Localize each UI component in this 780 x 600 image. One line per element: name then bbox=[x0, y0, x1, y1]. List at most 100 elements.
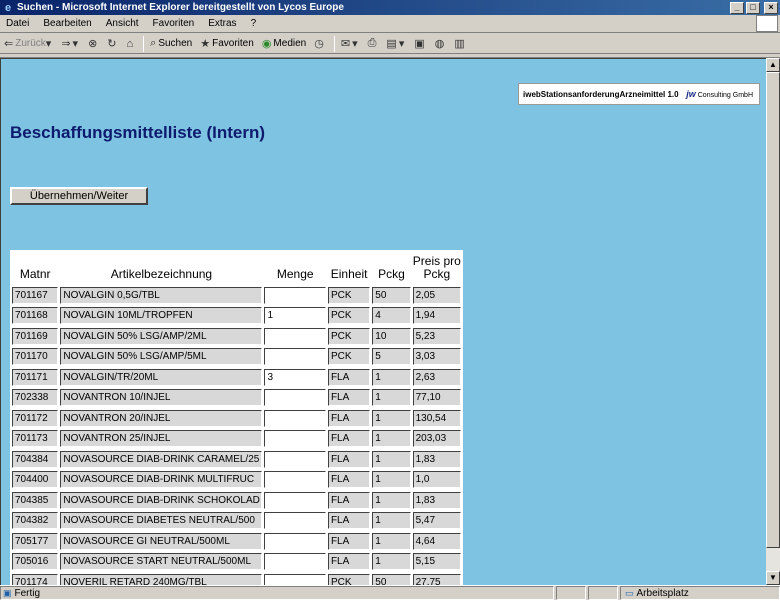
cell-pckg: 50 bbox=[372, 573, 411, 585]
cell-preis: 203,03 bbox=[412, 430, 461, 449]
table-row: 701172 NOVANTRON 20/INJEL FLA 1 130,54 bbox=[12, 409, 461, 428]
close-button[interactable]: × bbox=[764, 1, 778, 14]
cell-menge bbox=[264, 450, 326, 469]
menge-input[interactable]: 3 bbox=[264, 368, 326, 386]
messenger-button[interactable]: ◍ bbox=[435, 37, 447, 50]
forward-button[interactable]: ⇒ ▾ bbox=[61, 37, 80, 50]
maximize-button[interactable]: □ bbox=[746, 1, 760, 14]
menu-datei[interactable]: Datei bbox=[6, 18, 29, 29]
back-arrow-icon: ⇐ bbox=[4, 38, 14, 50]
scroll-up-icon[interactable]: ▲ bbox=[766, 58, 780, 72]
back-button[interactable]: ⇐ Zurück ▾ bbox=[4, 37, 53, 50]
cell-artikel-value: NOVASOURCE START NEUTRAL/500ML bbox=[60, 553, 263, 571]
table-row: 701174 NOVERIL RETARD 240MG/TBL PCK 50 27,75 bbox=[12, 573, 461, 585]
menu-ansicht[interactable]: Ansicht bbox=[106, 18, 139, 29]
cell-einheit-value: PCK bbox=[327, 286, 371, 304]
cell-einheit-value: FLA bbox=[327, 430, 371, 448]
cell-artikel: NOVASOURCE DIAB-DRINK SCHOKOLAD bbox=[60, 491, 263, 510]
stop-button[interactable]: ⊗ bbox=[88, 37, 99, 50]
discuss-icon: ▣ bbox=[414, 38, 425, 50]
cell-artikel-value: NOVALGIN 10ML/TROPFEN bbox=[60, 307, 263, 325]
cell-matnr-value: 705177 bbox=[12, 532, 59, 550]
edit-button[interactable]: ▤ ▾ bbox=[386, 37, 406, 50]
menge-input[interactable] bbox=[264, 348, 326, 366]
cell-artikel-value: NOVERIL RETARD 240MG/TBL bbox=[60, 573, 263, 585]
discuss-button[interactable]: ▣ bbox=[414, 37, 426, 50]
cell-pckg: 1 bbox=[372, 409, 411, 428]
menu-bearbeiten[interactable]: Bearbeiten bbox=[43, 18, 91, 29]
cell-einheit: FLA bbox=[327, 491, 371, 510]
cell-pckg-value: 1 bbox=[372, 471, 411, 489]
menge-input[interactable] bbox=[264, 409, 326, 427]
menge-input[interactable] bbox=[264, 573, 326, 585]
menge-input[interactable] bbox=[264, 491, 326, 509]
ie-throbber-icon bbox=[756, 15, 778, 32]
cell-preis-value: 1,94 bbox=[412, 307, 461, 325]
menge-input[interactable] bbox=[264, 532, 326, 550]
cell-menge bbox=[264, 409, 326, 428]
status-cell bbox=[556, 586, 586, 600]
cell-pckg-value: 4 bbox=[372, 307, 411, 325]
favorites-button[interactable]: ★ Favoriten bbox=[200, 37, 254, 50]
menge-input[interactable] bbox=[264, 450, 326, 468]
menge-input[interactable] bbox=[264, 553, 326, 571]
menu-favoriten[interactable]: Favoriten bbox=[153, 18, 195, 29]
search-button[interactable]: ⌕ Suchen bbox=[150, 37, 192, 50]
history-icon: ◷ bbox=[314, 38, 324, 50]
submit-button[interactable]: Übernehmen/Weiter bbox=[10, 187, 148, 205]
refresh-button[interactable]: ↻ bbox=[107, 37, 118, 50]
cell-einheit: FLA bbox=[327, 532, 371, 551]
cell-menge bbox=[264, 491, 326, 510]
cell-pckg-value: 1 bbox=[372, 450, 411, 468]
status-cell bbox=[588, 586, 618, 600]
table-row: 701169 NOVALGIN 50% LSG/AMP/2ML PCK 10 5,23 bbox=[12, 327, 461, 346]
menu-help[interactable]: ? bbox=[251, 18, 257, 29]
minimize-button[interactable]: _ bbox=[730, 1, 744, 14]
window-title: Suchen - Microsoft Internet Explorer ber… bbox=[17, 2, 344, 13]
history-button[interactable]: ◷ bbox=[314, 37, 326, 50]
scroll-thumb[interactable] bbox=[766, 72, 780, 548]
cell-pckg-value: 10 bbox=[372, 327, 411, 345]
cell-pckg: 1 bbox=[372, 430, 411, 449]
cell-artikel: NOVALGIN/TR/20ML bbox=[60, 368, 263, 387]
mail-button[interactable]: ✉ ▾ bbox=[341, 37, 360, 50]
table-row: 705016 NOVASOURCE START NEUTRAL/500ML FLA 1… bbox=[12, 553, 461, 572]
cell-preis-value: 27,75 bbox=[412, 573, 461, 585]
cell-pckg: 1 bbox=[372, 491, 411, 510]
menge-input[interactable] bbox=[264, 327, 326, 345]
chevron-down-icon: ▾ bbox=[72, 38, 79, 50]
menu-extras[interactable]: Extras bbox=[208, 18, 236, 29]
menge-input[interactable] bbox=[264, 430, 326, 448]
cell-preis: 5,47 bbox=[412, 512, 461, 531]
cell-matnr-value: 704384 bbox=[12, 450, 59, 468]
cell-einheit: FLA bbox=[327, 409, 371, 428]
cell-matnr-value: 704382 bbox=[12, 512, 59, 530]
print-button[interactable]: ⎙ bbox=[368, 37, 379, 50]
favorites-icon: ★ bbox=[200, 38, 211, 50]
cell-preis: 1,83 bbox=[412, 450, 461, 469]
home-button[interactable]: ⌂ bbox=[127, 38, 136, 50]
menge-input[interactable] bbox=[264, 286, 326, 304]
cell-menge bbox=[264, 573, 326, 585]
status-bar: ▣ Fertig ▭ Arbeitsplatz bbox=[0, 585, 780, 600]
research-button[interactable]: ▥ bbox=[454, 37, 466, 50]
cell-matnr: 701173 bbox=[12, 430, 59, 449]
menge-input[interactable]: 1 bbox=[264, 307, 326, 325]
vertical-scrollbar[interactable]: ▲ ▼ bbox=[766, 58, 780, 585]
scroll-down-icon[interactable]: ▼ bbox=[766, 571, 780, 585]
media-button[interactable]: ◉ Medien bbox=[262, 37, 306, 50]
table-header-row: Matnr Artikelbezeichnung Menge Einheit P… bbox=[12, 252, 461, 284]
table-row: 704382 NOVASOURCE DIABETES NEUTRAL/500 FLA… bbox=[12, 512, 461, 531]
cell-artikel-value: NOVASOURCE GI NEUTRAL/500ML bbox=[60, 532, 263, 550]
cell-artikel: NOVALGIN 50% LSG/AMP/2ML bbox=[60, 327, 263, 346]
cell-matnr: 705177 bbox=[12, 532, 59, 551]
cell-matnr-value: 705016 bbox=[12, 553, 59, 571]
cell-artikel: NOVASOURCE DIAB-DRINK MULTIFRUC bbox=[60, 471, 263, 490]
menge-input[interactable] bbox=[264, 471, 326, 489]
logo-text: Consulting GmbH bbox=[697, 92, 753, 99]
chevron-down-icon: ▾ bbox=[398, 38, 405, 50]
cell-matnr-value: 701168 bbox=[12, 307, 59, 325]
menge-input[interactable] bbox=[264, 389, 326, 407]
cell-preis-value: 2,05 bbox=[412, 286, 461, 304]
menge-input[interactable] bbox=[264, 512, 326, 530]
